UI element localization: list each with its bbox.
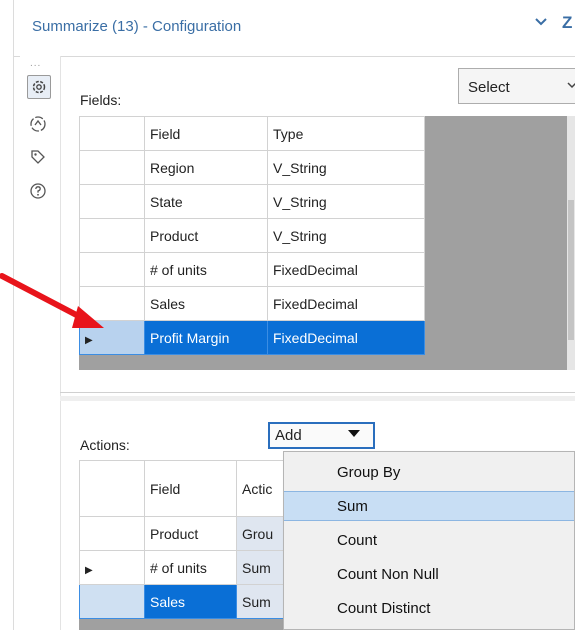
row-header-cell[interactable]: ▶ [79, 550, 145, 585]
table-row[interactable]: State V_String [79, 184, 425, 219]
select-dropdown-label: Select [468, 79, 510, 96]
table-row-selected[interactable]: ▶ Profit Margin FixedDecimal [79, 320, 425, 355]
field-cell[interactable]: State [144, 184, 268, 219]
menu-item-label: Count Non Null [337, 566, 439, 583]
table-row[interactable]: Region V_String [79, 150, 425, 185]
caret-down-icon [347, 426, 361, 442]
menu-item-label: Count [337, 532, 378, 549]
divider [60, 392, 575, 393]
table-header-row: Field Actic [79, 460, 297, 517]
field-cell[interactable]: # of units [144, 550, 237, 585]
menu-item-count-distinct[interactable]: Count Distinct [284, 594, 574, 624]
column-header-type[interactable]: Type [267, 116, 425, 151]
field-cell[interactable]: Region [144, 150, 268, 185]
row-header-cell[interactable] [79, 184, 145, 219]
row-header-cell [79, 460, 145, 517]
row-header-cell[interactable] [79, 516, 145, 551]
table-row[interactable]: # of units FixedDecimal [79, 252, 425, 287]
chevron-down-icon [567, 79, 575, 93]
field-cell[interactable]: Profit Margin [144, 320, 268, 355]
gear-icon[interactable] [27, 75, 51, 99]
actions-table: Field Actic Product Grou ▶ # of units Su… [79, 460, 297, 619]
tool-rail [20, 56, 61, 630]
row-indicator-icon: ▶ [85, 564, 93, 576]
rail-grip: ... [30, 58, 42, 69]
menu-item-count-non-null[interactable]: Count Non Null [284, 560, 574, 590]
table-row[interactable]: Product V_String [79, 218, 425, 253]
annotation-icon[interactable] [27, 113, 49, 135]
menu-item-sum[interactable]: Sum [284, 491, 574, 521]
menu-item-label: Group By [337, 464, 401, 481]
add-dropdown-label: Add [275, 427, 302, 444]
chevron-down-icon[interactable] [534, 15, 548, 33]
actions-label: Actions: [80, 437, 130, 453]
table-row-selected[interactable]: Sales Sum [79, 584, 297, 619]
table-row[interactable]: ▶ # of units Sum [79, 550, 297, 585]
type-cell[interactable]: FixedDecimal [267, 286, 425, 321]
type-cell[interactable]: V_String [267, 218, 425, 253]
table-row[interactable]: Sales FixedDecimal [79, 286, 425, 321]
tag-icon[interactable] [27, 146, 49, 168]
field-cell[interactable]: Sales [144, 584, 237, 619]
column-header-field[interactable]: Field [144, 460, 237, 517]
table-header-row: Field Type [79, 116, 425, 151]
row-header-cell[interactable] [79, 584, 145, 619]
menu-item-label: Count Distinct [337, 600, 431, 617]
field-cell[interactable]: Product [144, 516, 237, 551]
row-header-cell[interactable] [79, 218, 145, 253]
fields-label: Fields: [80, 92, 122, 108]
annotation-arrow [0, 273, 104, 328]
fields-scrollbar-thumb[interactable] [568, 200, 574, 340]
row-header-cell[interactable] [79, 150, 145, 185]
pane-splitter[interactable] [60, 396, 575, 401]
fields-table: Field Type Region V_String State V_Strin… [79, 116, 425, 355]
menu-item-group-by[interactable]: Group By [284, 458, 574, 488]
header-extra-icon[interactable]: Z [562, 13, 572, 33]
config-title: Summarize (13) - Configuration [32, 18, 242, 35]
column-header-field[interactable]: Field [144, 116, 268, 151]
field-cell[interactable]: Sales [144, 286, 268, 321]
table-row[interactable]: Product Grou [79, 516, 297, 551]
menu-item-count[interactable]: Count [284, 526, 574, 556]
type-cell[interactable]: V_String [267, 150, 425, 185]
type-cell[interactable]: FixedDecimal [267, 320, 425, 355]
help-icon[interactable] [27, 180, 49, 202]
field-cell[interactable]: # of units [144, 252, 268, 287]
type-cell[interactable]: FixedDecimal [267, 252, 425, 287]
row-header-cell [79, 116, 145, 151]
type-cell[interactable]: V_String [267, 184, 425, 219]
menu-item-label: Sum [337, 498, 368, 515]
field-cell[interactable]: Product [144, 218, 268, 253]
